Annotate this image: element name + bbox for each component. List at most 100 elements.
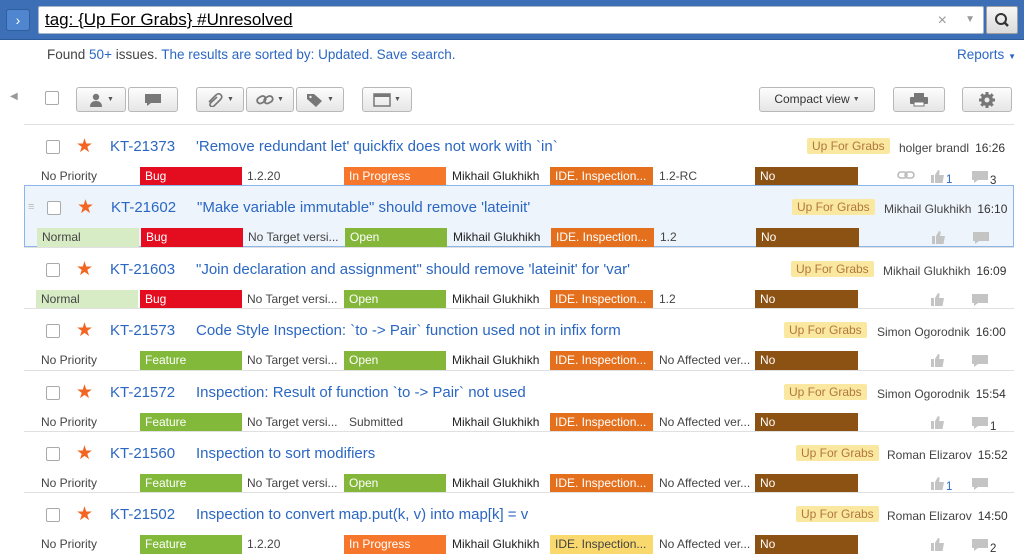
issue-summary-link[interactable]: "Join declaration and assignment" should… — [196, 261, 630, 278]
attachment-icon[interactable] — [897, 169, 915, 184]
vote-button[interactable] — [930, 292, 946, 309]
star-icon[interactable]: ★ — [76, 319, 93, 342]
subsystem-field[interactable]: IDE. Inspection... — [550, 473, 653, 493]
print-button[interactable] — [893, 87, 945, 112]
star-icon[interactable]: ★ — [77, 196, 94, 219]
user-button[interactable]: ▼ — [76, 87, 126, 112]
assignee-field[interactable]: Mikhail Glukhikh — [447, 290, 550, 309]
assignee-field[interactable]: Mikhail Glukhikh — [448, 228, 551, 247]
affected-versions-field[interactable]: No Affected ver... — [654, 474, 754, 493]
issue-checkbox[interactable] — [46, 446, 60, 461]
reports-menu[interactable]: Reports ▼ — [957, 47, 1016, 62]
reporter-name[interactable]: Roman Elizarov — [887, 448, 972, 462]
type-field[interactable]: Feature — [140, 473, 242, 493]
fix-version-field[interactable]: No Target versi... — [243, 228, 345, 247]
state-field[interactable]: Open — [344, 351, 446, 371]
issue-checkbox[interactable] — [46, 508, 60, 523]
issue-checkbox[interactable] — [46, 324, 60, 339]
close-icon[interactable]: × — [938, 12, 947, 30]
issue-id-link[interactable]: KT-21560 — [110, 445, 175, 462]
issue-id-link[interactable]: KT-21603 — [110, 261, 175, 278]
priority-field[interactable]: No Priority — [36, 535, 138, 554]
affected-versions-field[interactable]: 1.2 — [655, 228, 755, 247]
issue-id-link[interactable]: KT-21373 — [110, 138, 175, 155]
star-icon[interactable]: ★ — [76, 258, 93, 281]
comment-button[interactable] — [128, 87, 178, 112]
subsystem-field[interactable]: IDE. Inspection... — [550, 412, 653, 432]
settings-button[interactable] — [962, 87, 1012, 112]
state-field[interactable]: In Progress — [344, 167, 446, 186]
issue-row[interactable]: ≡ ★ KT-21602 "Make variable immutable" shou… — [24, 185, 1014, 248]
search-query[interactable]: tag: {Up For Grabs} #Unresolved — [45, 10, 293, 30]
reporter-name[interactable]: Mikhail Glukhikh — [884, 202, 971, 216]
assignee-field[interactable]: Mikhail Glukhikh — [447, 351, 550, 370]
issue-checkbox[interactable] — [47, 201, 61, 216]
priority-field[interactable]: No Priority — [36, 351, 138, 370]
type-field[interactable]: Bug — [141, 228, 243, 248]
priority-field[interactable]: No Priority — [36, 413, 138, 432]
type-field[interactable]: Feature — [140, 535, 242, 555]
issue-row[interactable]: ★ KT-21373 'Remove redundant let' quickfix… — [24, 124, 1014, 187]
save-search-link[interactable]: Save search. — [377, 47, 456, 62]
assignee-field[interactable]: Mikhail Glukhikh — [447, 413, 550, 432]
sort-info[interactable]: The results are sorted by: Updated. — [161, 47, 373, 62]
subsystem-field[interactable]: IDE. Inspection... — [550, 351, 653, 371]
reporter-name[interactable]: Simon Ogorodnik — [877, 387, 970, 401]
issue-summary-link[interactable]: Inspection to convert map.put(k, v) into… — [196, 506, 528, 523]
issue-summary-link[interactable]: Inspection to sort modifiers — [196, 445, 375, 462]
vote-button[interactable]: 1 — [930, 476, 952, 493]
reporter-name[interactable]: Simon Ogorodnik — [877, 325, 970, 339]
state-field[interactable]: Open — [344, 473, 446, 493]
reports-label[interactable]: Reports — [957, 47, 1004, 62]
subsystem-field[interactable]: IDE. Inspection... — [551, 228, 654, 248]
priority-field[interactable]: No Priority — [36, 474, 138, 493]
target-field[interactable]: No — [755, 351, 858, 371]
fix-version-field[interactable]: No Target versi... — [242, 290, 344, 309]
fix-version-field[interactable]: No Target versi... — [242, 351, 344, 370]
issue-row[interactable]: ★ KT-21573 Code Style Inspection: `to -> P… — [24, 308, 1014, 371]
target-field[interactable]: No — [755, 412, 858, 432]
fix-version-field[interactable]: No Target versi... — [242, 474, 344, 493]
affected-versions-field[interactable]: No Affected ver... — [654, 535, 754, 554]
star-icon[interactable]: ★ — [76, 442, 93, 465]
fix-version-field[interactable]: 1.2.20 — [242, 535, 344, 554]
view-mode-dropdown[interactable]: Compact view ▼ — [759, 87, 875, 112]
fix-version-field[interactable]: No Target versi... — [242, 413, 344, 432]
drag-handle-icon[interactable]: ≡ — [28, 201, 34, 213]
vote-button[interactable] — [931, 231, 947, 247]
target-field[interactable]: No — [755, 473, 858, 493]
issue-summary-link[interactable]: 'Remove redundant let' quickfix does not… — [196, 138, 558, 155]
issue-row[interactable]: ★ KT-21572 Inspection: Result of function … — [24, 369, 1014, 433]
issue-tag[interactable]: Up For Grabs — [784, 383, 867, 400]
chevron-down-icon[interactable]: ▼ — [965, 14, 975, 25]
issue-tag[interactable]: Up For Grabs — [784, 322, 867, 339]
issue-id-link[interactable]: KT-21502 — [110, 506, 175, 523]
priority-field[interactable]: Normal — [36, 289, 138, 309]
issue-id-link[interactable]: KT-21573 — [110, 322, 175, 339]
subsystem-field[interactable]: IDE. Inspection... — [550, 167, 653, 186]
issue-count-link[interactable]: 50+ — [89, 47, 112, 62]
issue-tag[interactable]: Up For Grabs — [791, 260, 874, 277]
issue-checkbox[interactable] — [46, 385, 60, 400]
affected-versions-field[interactable]: No Affected ver... — [654, 351, 754, 370]
chevron-right-icon[interactable]: › — [6, 9, 30, 31]
issue-tag[interactable]: Up For Grabs — [807, 138, 890, 154]
vote-button[interactable]: 1 — [930, 170, 952, 186]
reporter-name[interactable]: Mikhail Glukhikh — [883, 264, 970, 278]
assignee-field[interactable]: Mikhail Glukhikh — [447, 474, 550, 493]
issue-checkbox[interactable] — [46, 262, 60, 277]
issue-summary-link[interactable]: Inspection: Result of function `to -> Pa… — [196, 384, 526, 401]
affected-versions-field[interactable]: 1.2-RC — [654, 167, 754, 186]
issue-id-link[interactable]: KT-21572 — [110, 384, 175, 401]
issue-summary-link[interactable]: Code Style Inspection: `to -> Pair` func… — [196, 322, 621, 339]
search-input[interactable]: tag: {Up For Grabs} #Unresolved × ▼ — [38, 6, 984, 34]
issue-id-link[interactable]: KT-21602 — [111, 199, 176, 216]
vote-button[interactable] — [930, 538, 946, 554]
state-field[interactable]: Submitted — [344, 413, 446, 432]
type-field[interactable]: Feature — [140, 351, 242, 371]
tag-button[interactable]: ▼ — [296, 87, 344, 112]
state-field[interactable]: In Progress — [344, 535, 446, 555]
type-field[interactable]: Feature — [140, 412, 242, 432]
state-field[interactable]: Open — [344, 289, 446, 309]
target-field[interactable]: No — [756, 228, 859, 248]
